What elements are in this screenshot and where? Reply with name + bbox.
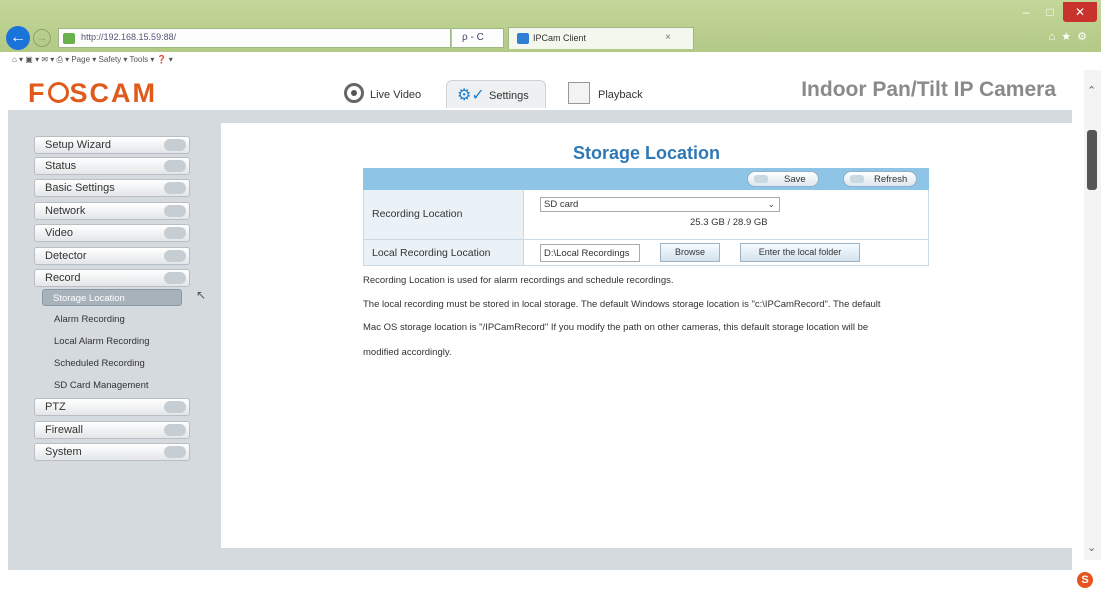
toggle-icon <box>164 424 186 436</box>
sidebar-item-status[interactable]: Status <box>34 157 190 175</box>
submenu-storage-location[interactable]: Storage Location <box>42 289 182 306</box>
recording-location-label: Recording Location <box>364 190 524 239</box>
local-recording-row: Local Recording Location D:\Local Record… <box>363 240 929 266</box>
toggle-icon <box>164 227 186 239</box>
enter-local-folder-button[interactable]: Enter the local folder <box>740 243 860 262</box>
note-line-2: The local recording must be stored in lo… <box>363 299 881 310</box>
tab-close-icon[interactable]: × <box>665 32 671 43</box>
storage-capacity: 25.3 GB / 28.9 GB <box>690 217 768 228</box>
camera-lens-icon <box>344 83 364 103</box>
back-arrow-icon[interactable]: ← <box>6 26 30 50</box>
window-controls: – □ ✕ <box>1015 2 1097 22</box>
toggle-icon <box>164 272 186 284</box>
refresh-button[interactable]: Refresh <box>843 171 917 187</box>
sidebar-item-detector[interactable]: Detector <box>34 247 190 265</box>
sidebar-item-record[interactable]: Record <box>34 269 190 287</box>
forward-arrow-icon[interactable]: → <box>33 29 51 47</box>
submenu-alarm-recording[interactable]: Alarm Recording <box>54 314 125 325</box>
note-line-1: Recording Location is used for alarm rec… <box>363 275 674 286</box>
sidebar-item-system[interactable]: System <box>34 443 190 461</box>
toggle-icon <box>164 446 186 458</box>
local-path-input[interactable]: D:\Local Recordings <box>540 244 640 262</box>
browser-titlebar: – □ ✕ ← → http://192.168.15.59:88/ ρ - C… <box>0 0 1101 52</box>
input-method-icon[interactable]: S <box>1077 572 1093 588</box>
submenu-local-alarm-recording[interactable]: Local Alarm Recording <box>54 336 150 347</box>
sidebar-item-setup-wizard[interactable]: Setup Wizard <box>34 136 190 154</box>
status-bar: S <box>0 570 1101 590</box>
address-url: http://192.168.15.59:88/ <box>81 32 177 42</box>
scroll-thumb[interactable] <box>1087 130 1097 190</box>
vertical-scrollbar[interactable]: ⌃ ⌄ <box>1084 70 1101 560</box>
browse-button[interactable]: Browse <box>660 243 720 262</box>
toggle-icon <box>164 139 186 151</box>
recording-location-select[interactable]: SD card ⌄ <box>540 197 780 212</box>
note-line-3: Mac OS storage location is "/IPCamRecord… <box>363 322 869 333</box>
product-title: Indoor Pan/Tilt IP Camera <box>801 78 1056 101</box>
mouse-cursor-icon: ↖ <box>196 288 207 302</box>
maximize-button[interactable]: □ <box>1039 2 1061 22</box>
logo-o-ring <box>47 82 69 103</box>
toggle-icon <box>164 160 186 172</box>
refresh-icon <box>850 175 864 183</box>
tab-favicon-icon <box>517 33 529 44</box>
save-button[interactable]: Save <box>747 171 819 187</box>
nav-playback[interactable]: Playback <box>562 80 672 108</box>
sidebar-item-firewall[interactable]: Firewall <box>34 421 190 439</box>
site-icon <box>63 33 75 44</box>
toggle-icon <box>164 182 186 194</box>
search-refresh-icons[interactable]: ρ - C <box>452 28 504 48</box>
save-icon <box>754 175 768 183</box>
form-toolbar: Save Refresh <box>363 168 929 190</box>
tab-title: IPCam Client <box>533 33 587 43</box>
scroll-up-icon[interactable]: ⌃ <box>1087 84 1096 97</box>
minimize-button[interactable]: – <box>1015 2 1037 22</box>
sidebar-item-network[interactable]: Network <box>34 202 190 220</box>
local-recording-label: Local Recording Location <box>364 240 524 265</box>
home-favorites-settings-icons[interactable]: ⌂★⚙ <box>1049 30 1093 43</box>
command-bar: ⌂ ▾ ▣ ▾ ✉ ▾ ⎙ ▾ Page ▾ Safety ▾ Tools ▾ … <box>0 52 1101 70</box>
submenu-sd-card-management[interactable]: SD Card Management <box>54 380 149 391</box>
recording-location-row: Recording Location SD card ⌄ 25.3 GB / 2… <box>363 190 929 240</box>
foscam-logo: F SCAM <box>28 78 157 108</box>
command-bar-items[interactable]: ⌂ ▾ ▣ ▾ ✉ ▾ ⎙ ▾ Page ▾ Safety ▾ Tools ▾ … <box>12 55 173 65</box>
nav-live-video[interactable]: Live Video <box>344 80 438 108</box>
film-icon <box>568 82 590 104</box>
chevron-down-icon: ⌄ <box>767 199 775 209</box>
scroll-down-icon[interactable]: ⌄ <box>1087 541 1096 554</box>
sidebar-item-basic-settings[interactable]: Basic Settings <box>34 179 190 197</box>
sidebar-item-video[interactable]: Video <box>34 224 190 242</box>
gear-wrench-icon: ⚙✓ <box>457 87 485 104</box>
note-line-4: modified accordingly. <box>363 347 452 358</box>
sidebar-item-ptz[interactable]: PTZ <box>34 398 190 416</box>
toggle-icon <box>164 250 186 262</box>
browser-tab[interactable]: IPCam Client × <box>508 27 694 49</box>
toggle-icon <box>164 205 186 217</box>
nav-settings[interactable]: ⚙✓ Settings <box>446 80 546 108</box>
page-title: Storage Location <box>572 143 720 163</box>
address-bar[interactable]: http://192.168.15.59:88/ <box>58 28 451 48</box>
tray-icons: S <box>1077 572 1093 588</box>
submenu-scheduled-recording[interactable]: Scheduled Recording <box>54 358 145 369</box>
close-window-button[interactable]: ✕ <box>1063 2 1097 22</box>
toggle-icon <box>164 401 186 413</box>
storage-location-panel: Storage Location Save Refresh Recording … <box>221 123 1072 548</box>
